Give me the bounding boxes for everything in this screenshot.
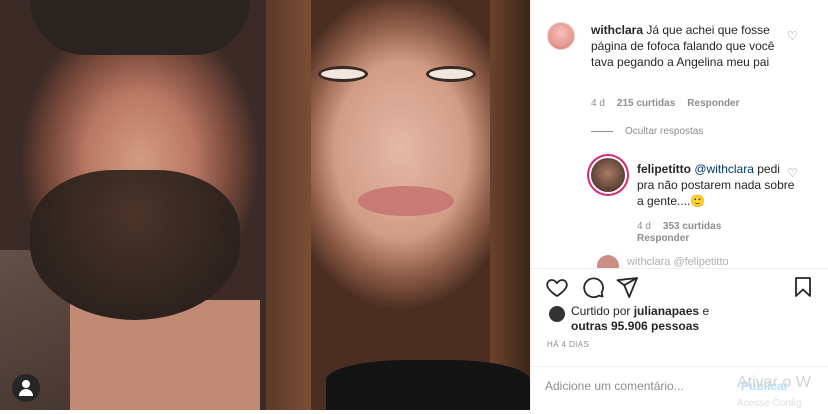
post-media[interactable]	[0, 0, 530, 410]
avatar[interactable]	[549, 306, 565, 322]
comment-meta: 4 d 215 curtidas Responder	[591, 98, 740, 109]
photo-woman	[266, 0, 530, 410]
add-comment-bar: Publicar	[531, 366, 828, 404]
avatar[interactable]	[547, 22, 575, 50]
liked-others[interactable]: outras 95.906 pessoas	[571, 319, 699, 333]
hair-left-shape	[266, 0, 311, 410]
photo-man	[0, 0, 266, 410]
avatar[interactable]	[591, 158, 625, 192]
post-timestamp[interactable]: HÁ 4 DIAS	[547, 340, 589, 349]
comments-list[interactable]: withclara Já que achei que fosse página …	[531, 0, 828, 268]
comment-bubble-icon[interactable]	[581, 275, 605, 299]
partial-comment: withclara @felipetitto	[627, 256, 729, 268]
comment-input[interactable]	[545, 375, 725, 397]
hide-replies-label: Ocultar respostas	[625, 126, 704, 137]
hair-right-shape	[490, 0, 530, 410]
likes-text: Curtido por julianapaes e outras 95.906 …	[571, 304, 811, 334]
comment: withclara Já que achei que fosse página …	[591, 22, 785, 70]
reply-comment: felipetitto @withclara pedi pra não post…	[637, 161, 797, 209]
hide-replies-button[interactable]: Ocultar respostas	[591, 126, 703, 137]
action-bar	[531, 268, 828, 302]
comment-meta-reply: Responder	[637, 233, 689, 244]
paper-plane-icon[interactable]	[615, 275, 639, 299]
eye-right-shape	[426, 66, 476, 82]
comments-panel: withclara Já que achei que fosse página …	[530, 0, 828, 414]
heart-icon[interactable]: ♡	[787, 166, 798, 180]
beard-shape	[30, 170, 240, 320]
heart-icon[interactable]	[545, 275, 569, 299]
lips-shape	[358, 186, 454, 216]
divider	[591, 131, 613, 132]
reply-button[interactable]: Responder	[687, 98, 739, 109]
liked-by-prefix: Curtido por	[571, 304, 631, 318]
mention-link[interactable]: @withclara	[694, 162, 754, 176]
heart-icon[interactable]: ♡	[787, 29, 798, 43]
shirt-shape	[326, 360, 530, 410]
comment-likes[interactable]: 353 curtidas	[663, 221, 721, 232]
publish-button[interactable]: Publicar	[741, 379, 788, 393]
liked-by-suffix: e	[702, 304, 710, 318]
comment-time[interactable]: 4 d	[637, 221, 651, 232]
user-tag-icon[interactable]	[12, 374, 40, 402]
comment-time[interactable]: 4 d	[591, 98, 605, 109]
avatar[interactable]	[597, 255, 619, 268]
comment-username[interactable]: withclara	[591, 23, 643, 37]
comment-meta: 4 d 353 curtidas	[637, 221, 721, 232]
bookmark-icon[interactable]	[791, 275, 815, 299]
liked-by-user[interactable]: julianapaes	[634, 304, 699, 318]
reply-button[interactable]: Responder	[637, 233, 689, 244]
eye-left-shape	[318, 66, 368, 82]
comment-likes[interactable]: 215 curtidas	[617, 98, 675, 109]
comment-username[interactable]: felipetitto	[637, 162, 691, 176]
hair-shape	[30, 0, 250, 55]
